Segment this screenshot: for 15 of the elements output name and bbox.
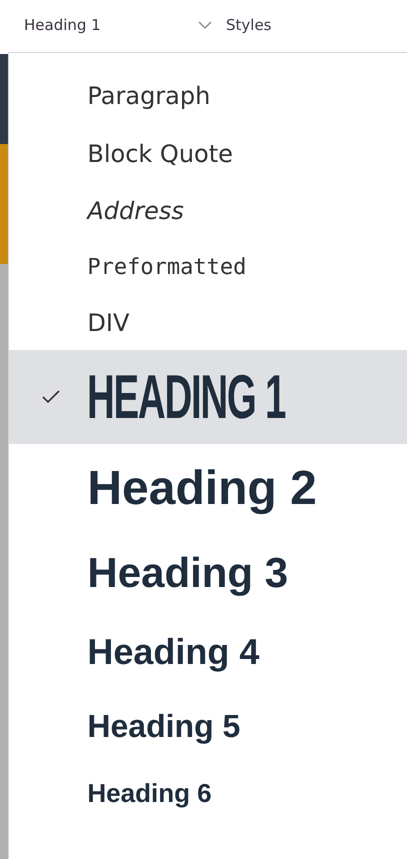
checkmark-icon	[42, 390, 60, 404]
format-menu-item[interactable]: Paragraph	[9, 67, 407, 125]
format-menu-item[interactable]: Heading 4	[9, 614, 407, 690]
format-menu-item[interactable]: Heading 3	[9, 532, 407, 614]
format-menu-item[interactable]: Heading 5	[9, 690, 407, 762]
block-format-dropdown[interactable]: Heading 1	[24, 16, 212, 34]
format-menu-item[interactable]: Preformatted	[9, 239, 407, 296]
styles-dropdown[interactable]: Styles	[212, 16, 272, 34]
chevron-down-icon	[198, 21, 212, 29]
format-menu-item[interactable]: DIV	[9, 296, 407, 350]
format-menu-item[interactable]: Heading 2	[9, 444, 407, 532]
format-menu-item[interactable]: HEADING 1	[9, 350, 407, 444]
format-menu-item[interactable]: Address	[9, 182, 407, 239]
format-menu-item[interactable]: Heading 6	[9, 762, 407, 824]
format-menu-item[interactable]: Block Quote	[9, 125, 407, 182]
